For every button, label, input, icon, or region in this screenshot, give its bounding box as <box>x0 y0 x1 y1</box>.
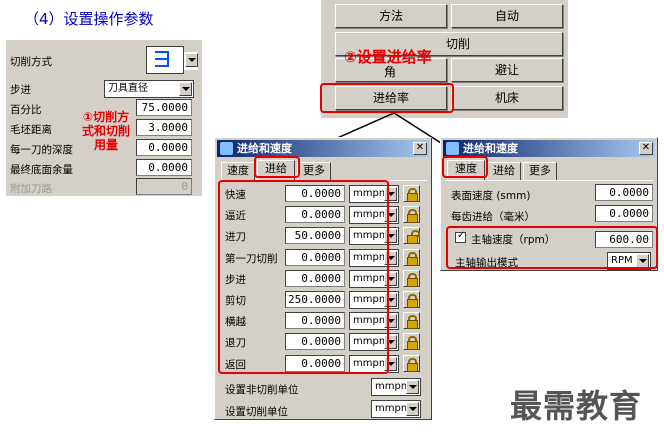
highlight-spindle-fields <box>446 226 658 269</box>
lock-icon[interactable] <box>403 312 420 330</box>
highlight-speed-tab <box>442 156 488 178</box>
lock-icon[interactable] <box>403 269 420 287</box>
watermark-logo: 最需教育 <box>510 387 643 425</box>
unlock-icon[interactable] <box>403 227 420 245</box>
dialog1-titlebar: 进给和速度 ✕ <box>217 140 429 157</box>
lock-icon[interactable] <box>403 206 420 224</box>
feed-per-tooth-label: 每齿进给（毫米） <box>451 211 535 223</box>
chevron-down-icon <box>406 380 419 394</box>
lock-icon[interactable] <box>403 354 420 372</box>
dialog1-title: 进给和速度 <box>237 142 292 155</box>
cut-unit-select[interactable]: mmpm <box>371 400 421 418</box>
highlight-feed-tab <box>254 156 300 178</box>
lock-icon[interactable] <box>403 248 420 266</box>
app-icon <box>220 142 233 155</box>
lock-icon[interactable] <box>403 185 420 202</box>
tab-feed[interactable]: 进给 <box>487 162 521 180</box>
feed-per-tooth-field[interactable]: 0.0000 <box>595 205 653 222</box>
tab-more[interactable]: 更多 <box>297 162 331 180</box>
tab-speed[interactable]: 速度 <box>221 162 255 180</box>
lock-icon[interactable] <box>403 291 420 308</box>
app-icon <box>446 142 459 155</box>
cut-unit-label: 设置切削单位 <box>225 406 288 418</box>
close-icon[interactable]: ✕ <box>413 142 427 155</box>
dialog2-title: 进给和速度 <box>463 142 518 155</box>
dialog2-titlebar: 进给和速度 ✕ <box>443 140 655 157</box>
surface-speed-label: 表面速度 (smm) <box>451 190 531 202</box>
lock-icon[interactable] <box>403 333 420 351</box>
close-icon[interactable]: ✕ <box>639 142 653 155</box>
highlight-feed-fields <box>218 180 389 374</box>
noncut-unit-label: 设置非切削单位 <box>225 384 299 396</box>
tab-more[interactable]: 更多 <box>523 162 557 180</box>
surface-speed-field[interactable]: 0.0000 <box>595 184 653 201</box>
chevron-down-icon <box>406 402 419 416</box>
noncut-unit-select[interactable]: mmpm <box>371 378 421 396</box>
